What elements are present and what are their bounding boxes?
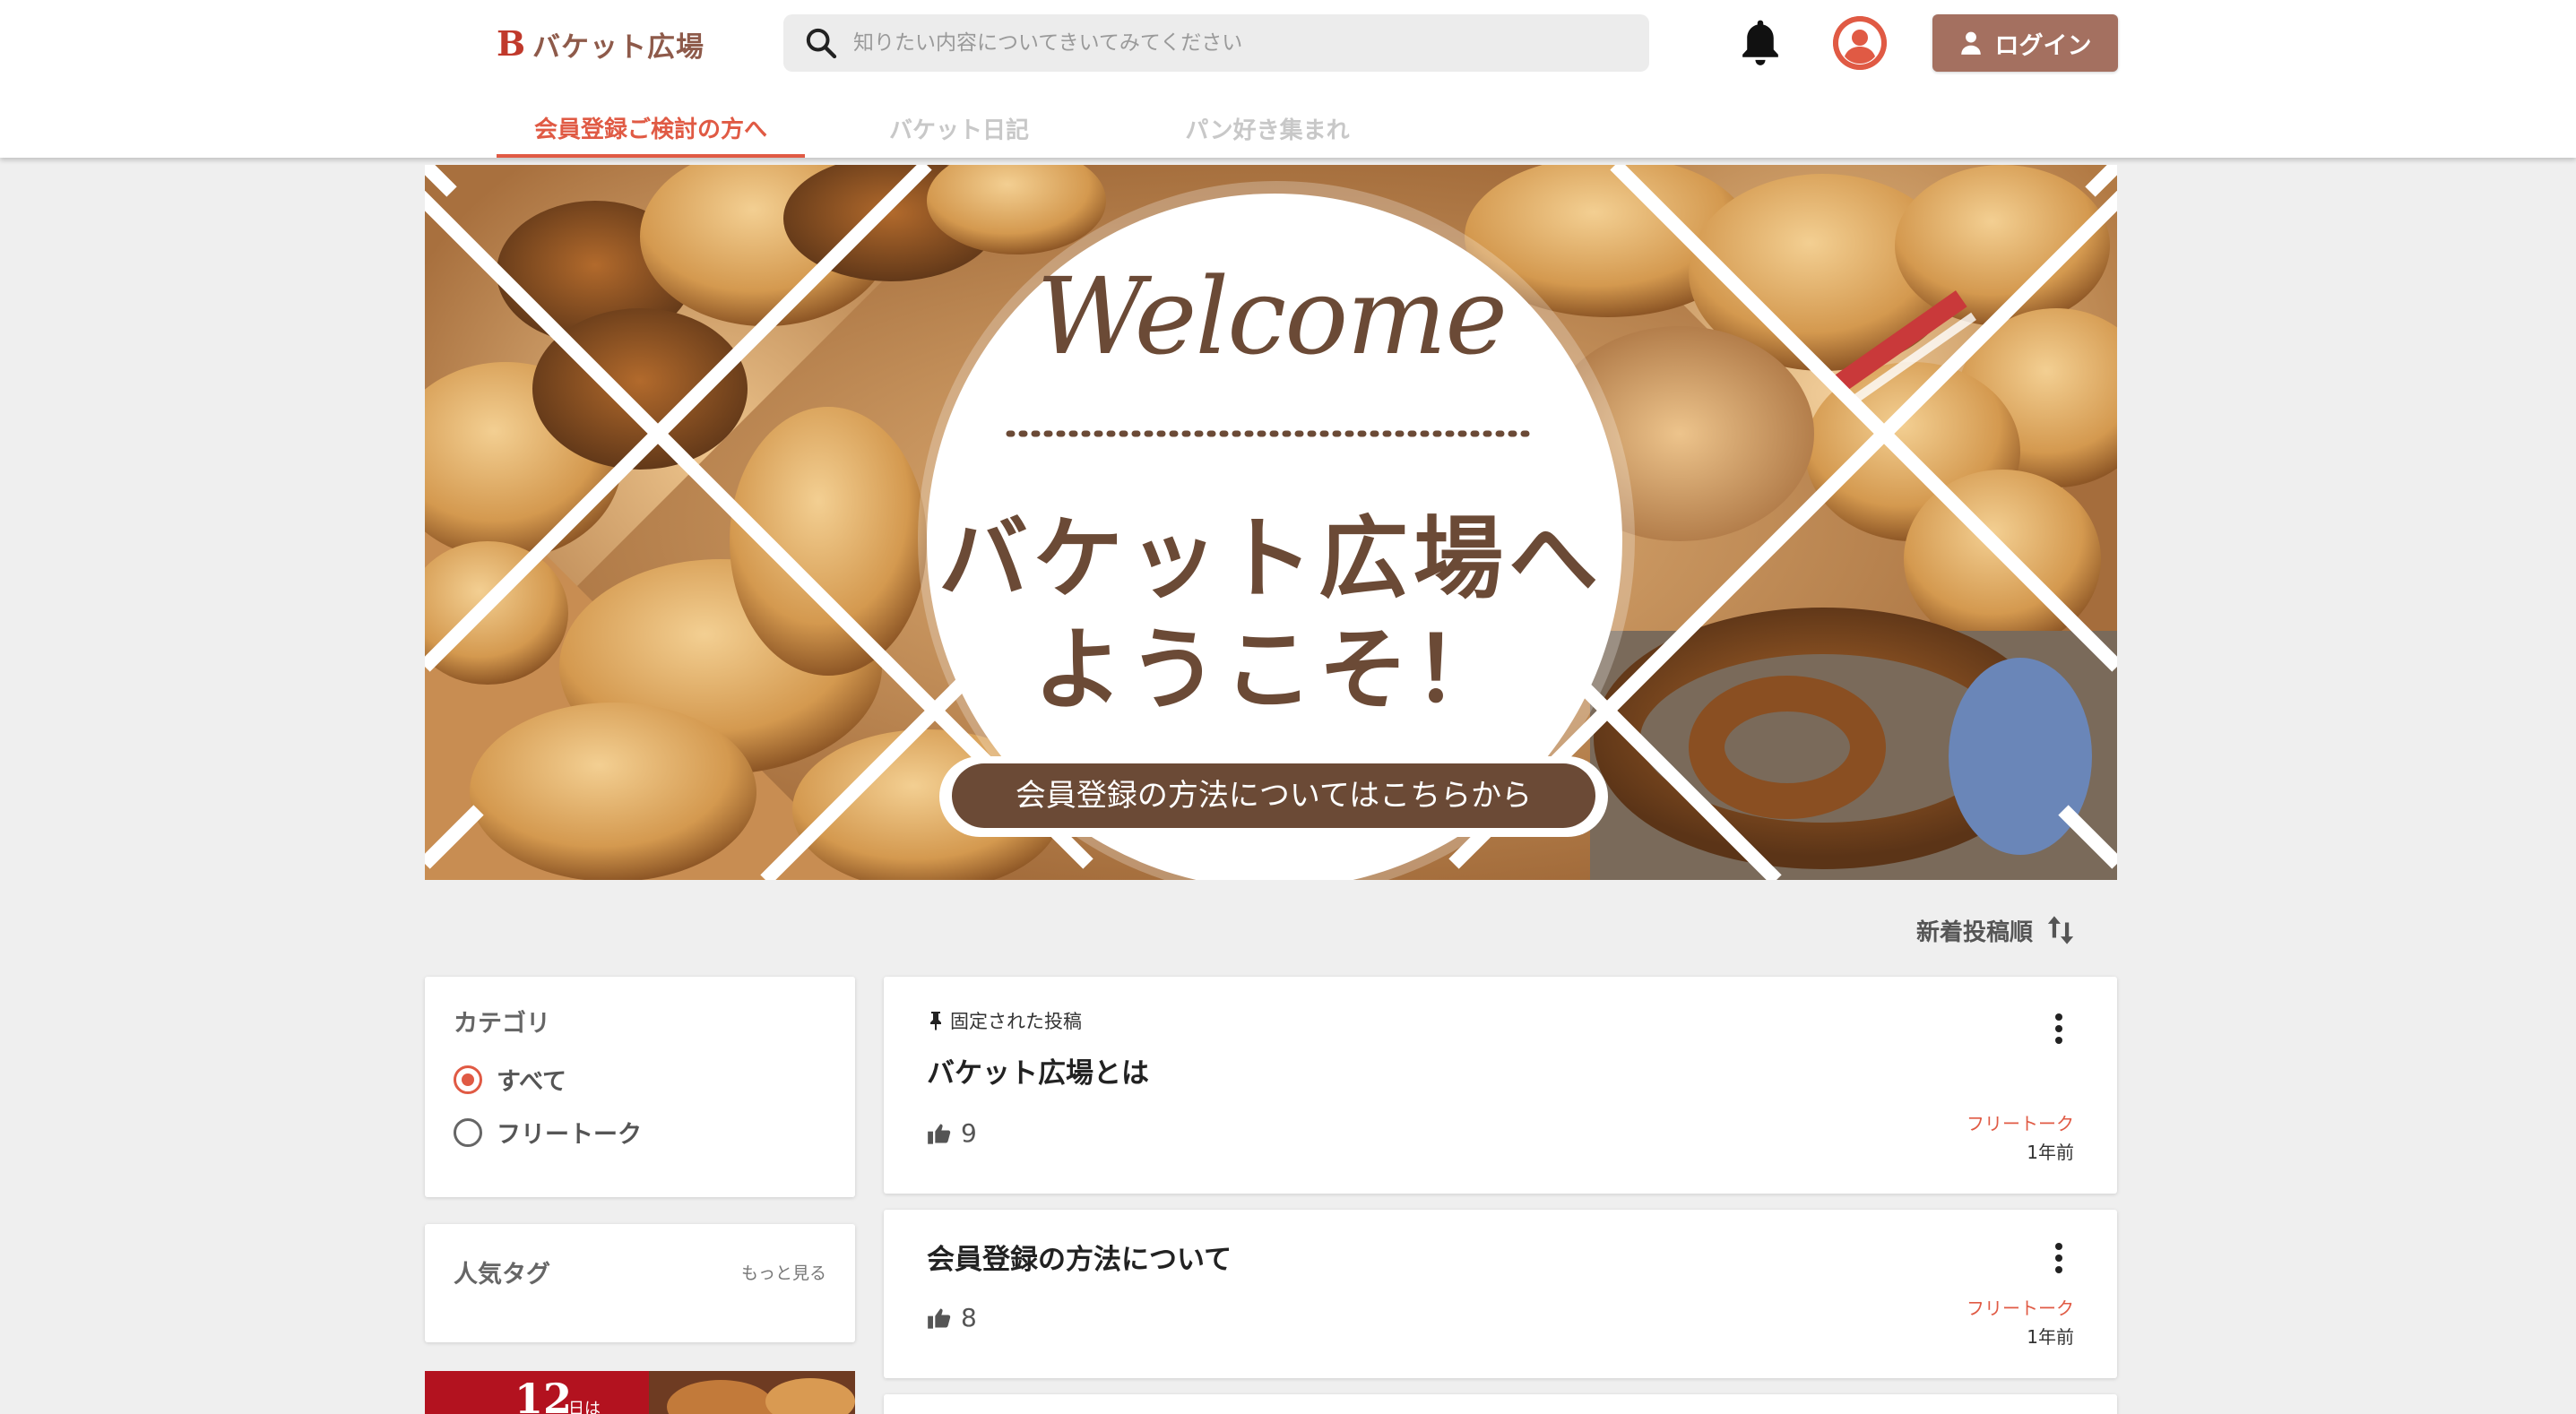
sort-label: 新着投稿順: [1916, 918, 2034, 946]
pinned-text: 固定された投稿: [950, 1011, 1082, 1032]
post-category[interactable]: フリートーク: [1967, 1294, 2074, 1320]
post-title[interactable]: バケット広場とは: [927, 1050, 1149, 1091]
banner-welcome: Welcome: [1035, 254, 1508, 378]
like-button[interactable]: 8: [927, 1303, 977, 1332]
logo-text: バケット広場: [532, 30, 705, 64]
see-more-link[interactable]: もっと見る: [741, 1260, 826, 1284]
category-title: カテゴリ: [454, 1010, 550, 1038]
category-card: カテゴリ すべて フリートーク: [425, 977, 855, 1197]
search-bar[interactable]: [783, 14, 1649, 72]
post-card[interactable]: [884, 1394, 2117, 1414]
promo-banner[interactable]: 12 日は: [425, 1371, 855, 1414]
search-icon: [806, 28, 837, 59]
sort-control[interactable]: 新着投稿順: [1916, 912, 2076, 948]
tab-baguette-diary[interactable]: バケット日記: [805, 99, 1113, 158]
account-circle-icon[interactable]: [1833, 16, 1887, 70]
pinned-label: 固定された投稿: [927, 1007, 1082, 1034]
site-logo[interactable]: B バケット広場: [495, 23, 705, 64]
promo-number: 12: [514, 1375, 573, 1414]
like-count: 9: [961, 1118, 977, 1148]
more-vert-icon[interactable]: [2054, 1242, 2063, 1274]
banner-cta-button[interactable]: 会員登録の方法についてはこちらから: [952, 763, 1595, 828]
category-option-free-talk[interactable]: フリートーク: [454, 1115, 826, 1150]
nav-tabs: 会員登録ご検討の方へ バケット日記 パン好き集まれ: [497, 99, 1422, 158]
person-icon: [1960, 31, 1981, 55]
more-vert-icon[interactable]: [2054, 1013, 2063, 1045]
post-title[interactable]: 会員登録の方法について: [927, 1237, 1232, 1277]
post-time: 1年前: [2027, 1326, 2074, 1348]
bell-icon[interactable]: [1735, 16, 1785, 70]
category-option-all[interactable]: すべて: [454, 1062, 826, 1097]
post-card[interactable]: 固定された投稿 バケット広場とは 9 フリートーク 1年前: [884, 977, 2117, 1194]
banner-headline-2: ようこそ！: [1033, 617, 1508, 722]
post-category[interactable]: フリートーク: [1967, 1109, 2074, 1135]
popular-tags-card: 人気タグ もっと見る: [425, 1224, 855, 1342]
category-option-label: フリートーク: [497, 1121, 642, 1149]
welcome-banner[interactable]: Welcome バケット広場へ ようこそ！ 会員登録の方法についてはこちらから: [425, 165, 2117, 880]
post-card[interactable]: 会員登録の方法について 8 フリートーク 1年前: [884, 1210, 2117, 1378]
thumbs-up-icon: [928, 1124, 951, 1144]
login-button[interactable]: ログイン: [1932, 14, 2118, 72]
category-option-label: すべて: [497, 1068, 567, 1096]
thumbs-up-icon: [928, 1308, 951, 1329]
login-label: ログイン: [1994, 31, 2092, 60]
logo-mark: B: [496, 23, 526, 64]
radio-unselected-icon[interactable]: [454, 1117, 482, 1147]
tab-bread-lovers[interactable]: パン好き集まれ: [1113, 99, 1422, 158]
like-count: 8: [961, 1303, 977, 1332]
pin-icon: [930, 1012, 941, 1030]
tab-membership[interactable]: 会員登録ご検討の方へ: [497, 99, 805, 158]
search-input[interactable]: [853, 31, 1615, 55]
like-button[interactable]: 9: [927, 1118, 977, 1148]
post-time: 1年前: [2027, 1142, 2074, 1163]
app-header: B バケット広場 ログイン 会員登録ご検討の方へ バケット日記 パン好き集まれ: [0, 0, 2576, 158]
radio-selected-icon[interactable]: [454, 1065, 482, 1094]
promo-text: 日は: [568, 1400, 601, 1414]
sort-arrows-icon: [2047, 916, 2074, 944]
popular-tags-title: 人気タグ: [454, 1261, 550, 1289]
